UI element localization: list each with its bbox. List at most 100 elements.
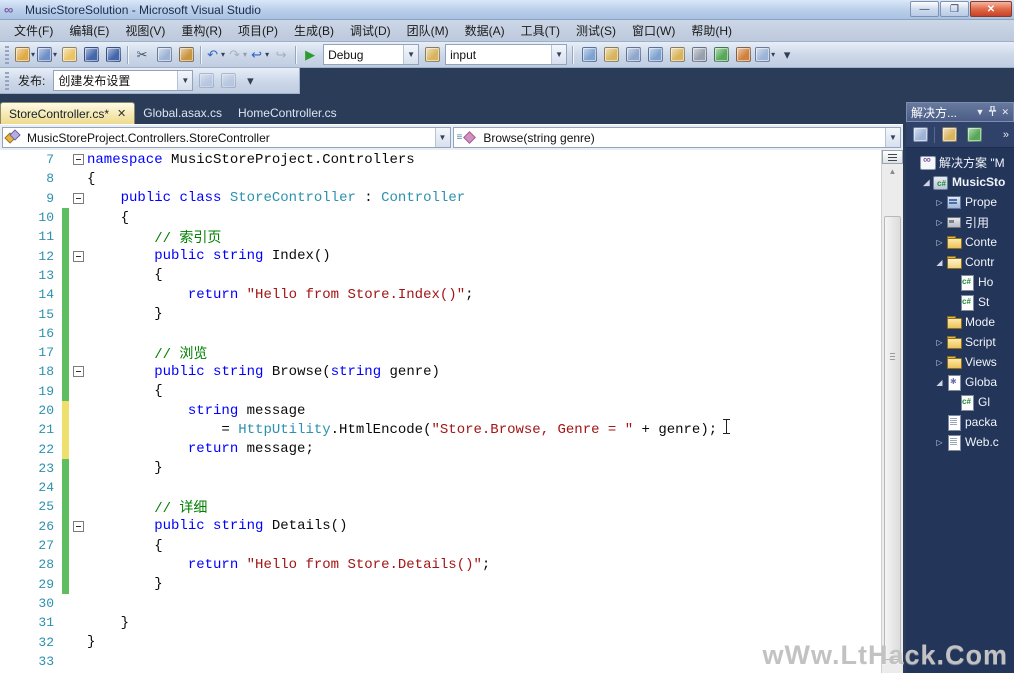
fold-toggle-icon[interactable] [73,521,84,532]
menu-item[interactable]: 帮助(H) [683,19,740,42]
code-line[interactable]: 24 [0,478,881,497]
tree-item[interactable]: Mode [906,312,1014,332]
save-icon[interactable] [80,44,102,66]
code-line[interactable]: 19 { [0,382,881,401]
properties-icon[interactable] [909,124,931,146]
command-window-icon[interactable]: ▾ [754,44,776,66]
code-line[interactable]: 8{ [0,169,881,188]
code-line[interactable]: 13 { [0,266,881,285]
tree-item[interactable]: Ho [906,272,1014,292]
menu-item[interactable]: 重构(R) [173,19,230,42]
code-editor[interactable]: 7namespace MusicStoreProject.Controllers… [0,150,881,673]
menu-item[interactable]: 窗口(W) [624,19,683,42]
toolbar-options-overflow[interactable]: ▾ [239,70,261,92]
collapsed-arrow-icon[interactable]: ▷ [934,338,945,347]
code-line[interactable]: 31 } [0,613,881,632]
tree-item[interactable]: packa [906,412,1014,432]
close-tab-icon[interactable]: ✕ [117,107,126,120]
tree-item[interactable]: ◢Globa [906,372,1014,392]
show-all-files-icon[interactable] [938,124,960,146]
code-line[interactable]: 30 [0,594,881,613]
debug-configuration-combo[interactable]: Debug ▼ [323,44,419,65]
tree-item[interactable]: ▷Views [906,352,1014,372]
code-line[interactable]: 10 { [0,208,881,227]
chevron-down-icon[interactable]: ▾ [265,50,269,59]
types-dropdown[interactable]: MusicStoreProject.Controllers.StoreContr… [2,127,451,148]
paste-icon[interactable] [175,44,197,66]
code-line[interactable]: 20 string message [0,401,881,420]
publish-profile-combo[interactable]: 创建发布设置 ▼ [53,70,193,91]
pin-icon[interactable] [988,106,997,119]
properties-window-icon[interactable] [622,44,644,66]
close-panel-icon[interactable]: ✕ [1001,107,1009,118]
code-line[interactable]: 33 [0,652,881,671]
menu-item[interactable]: 调试(D) [342,19,399,42]
cut-icon[interactable]: ✂ [131,44,153,66]
tree-item[interactable]: ▷引用 [906,212,1014,232]
add-new-item-icon[interactable]: ▾ [36,44,58,66]
fold-margin[interactable] [69,521,87,532]
tab-global-asax-cs[interactable]: Global.asax.cs [135,102,230,124]
menu-item[interactable]: 项目(P) [230,19,286,42]
expanded-arrow-icon[interactable]: ◢ [934,258,945,267]
collapsed-arrow-icon[interactable]: ▷ [934,358,945,367]
chevron-down-icon[interactable]: ▼ [177,71,192,90]
collapsed-arrow-icon[interactable]: ▷ [934,198,945,207]
tree-item[interactable]: ▷Prope [906,192,1014,212]
code-line[interactable]: 23 } [0,459,881,478]
open-file-icon[interactable] [58,44,80,66]
editor-splitter-handle[interactable] [882,150,903,164]
fold-toggle-icon[interactable] [73,366,84,377]
fold-margin[interactable] [69,193,87,204]
code-line[interactable]: 27 { [0,536,881,555]
code-line[interactable]: 21 = HttpUtility.HtmlEncode("Store.Brows… [0,420,881,439]
chevron-down-icon[interactable]: ▼ [551,45,566,64]
expanded-arrow-icon[interactable]: ◢ [921,178,932,187]
code-line[interactable]: 15 } [0,304,881,323]
fold-toggle-icon[interactable] [73,154,84,165]
menu-item[interactable]: 数据(A) [457,19,513,42]
start-debugging-icon[interactable]: ▶ [299,44,321,66]
menu-item[interactable]: 测试(S) [568,19,624,42]
fold-margin[interactable] [69,154,87,165]
external-tools-icon[interactable] [688,44,710,66]
chevron-down-icon[interactable]: ▾ [771,50,775,59]
menu-item[interactable]: 编辑(E) [61,19,117,42]
menu-item[interactable]: 文件(F) [6,19,61,42]
code-line[interactable]: 22 return message; [0,439,881,458]
toolbar-options-overflow[interactable]: ▾ [776,44,798,66]
fold-toggle-icon[interactable] [73,251,84,262]
find-symbol-icon[interactable] [644,44,666,66]
fold-margin[interactable] [69,251,87,262]
find-symbol-browse-icon[interactable] [421,44,443,66]
tab-homecontroller-cs[interactable]: HomeController.cs [230,102,345,124]
window-position-dropdown-icon[interactable]: ▼ [976,107,985,117]
code-line[interactable]: 18 public string Browse(string genre) [0,362,881,381]
quick-replace-icon[interactable] [600,44,622,66]
expanded-arrow-icon[interactable]: ◢ [934,378,945,387]
code-line[interactable]: 11 // 索引页 [0,227,881,246]
save-all-icon[interactable] [102,44,124,66]
new-project-icon[interactable]: ▾ [14,44,36,66]
code-line[interactable]: 17 // 浏览 [0,343,881,362]
panel-overflow-icon[interactable]: » [1003,129,1009,141]
toolbar-grip[interactable] [5,72,9,90]
search-input[interactable]: input ▼ [445,44,567,65]
collapsed-arrow-icon[interactable]: ▷ [934,218,945,227]
tree-item[interactable]: ▷Script [906,332,1014,352]
import-export-settings-icon[interactable] [710,44,732,66]
code-line[interactable]: 28 return "Hello from Store.Details()"; [0,555,881,574]
solution-explorer-header[interactable]: 解决方... ▼ ✕ [906,102,1014,122]
tree-item[interactable]: 解决方案 "M [906,152,1014,172]
chevron-down-icon[interactable]: ▾ [221,50,225,59]
tab-storecontroller-cs-[interactable]: StoreController.cs*✕ [0,102,135,124]
menu-item[interactable]: 团队(M) [399,19,457,42]
tree-item[interactable]: St [906,292,1014,312]
menu-item[interactable]: 工具(T) [513,19,568,42]
code-line[interactable]: 7namespace MusicStoreProject.Controllers [0,150,881,169]
tree-item[interactable]: ◢Contr [906,252,1014,272]
chevron-down-icon[interactable]: ▾ [53,50,57,59]
find-in-files-icon[interactable] [578,44,600,66]
chevron-down-icon[interactable]: ▾ [31,50,35,59]
fold-margin[interactable] [69,366,87,377]
